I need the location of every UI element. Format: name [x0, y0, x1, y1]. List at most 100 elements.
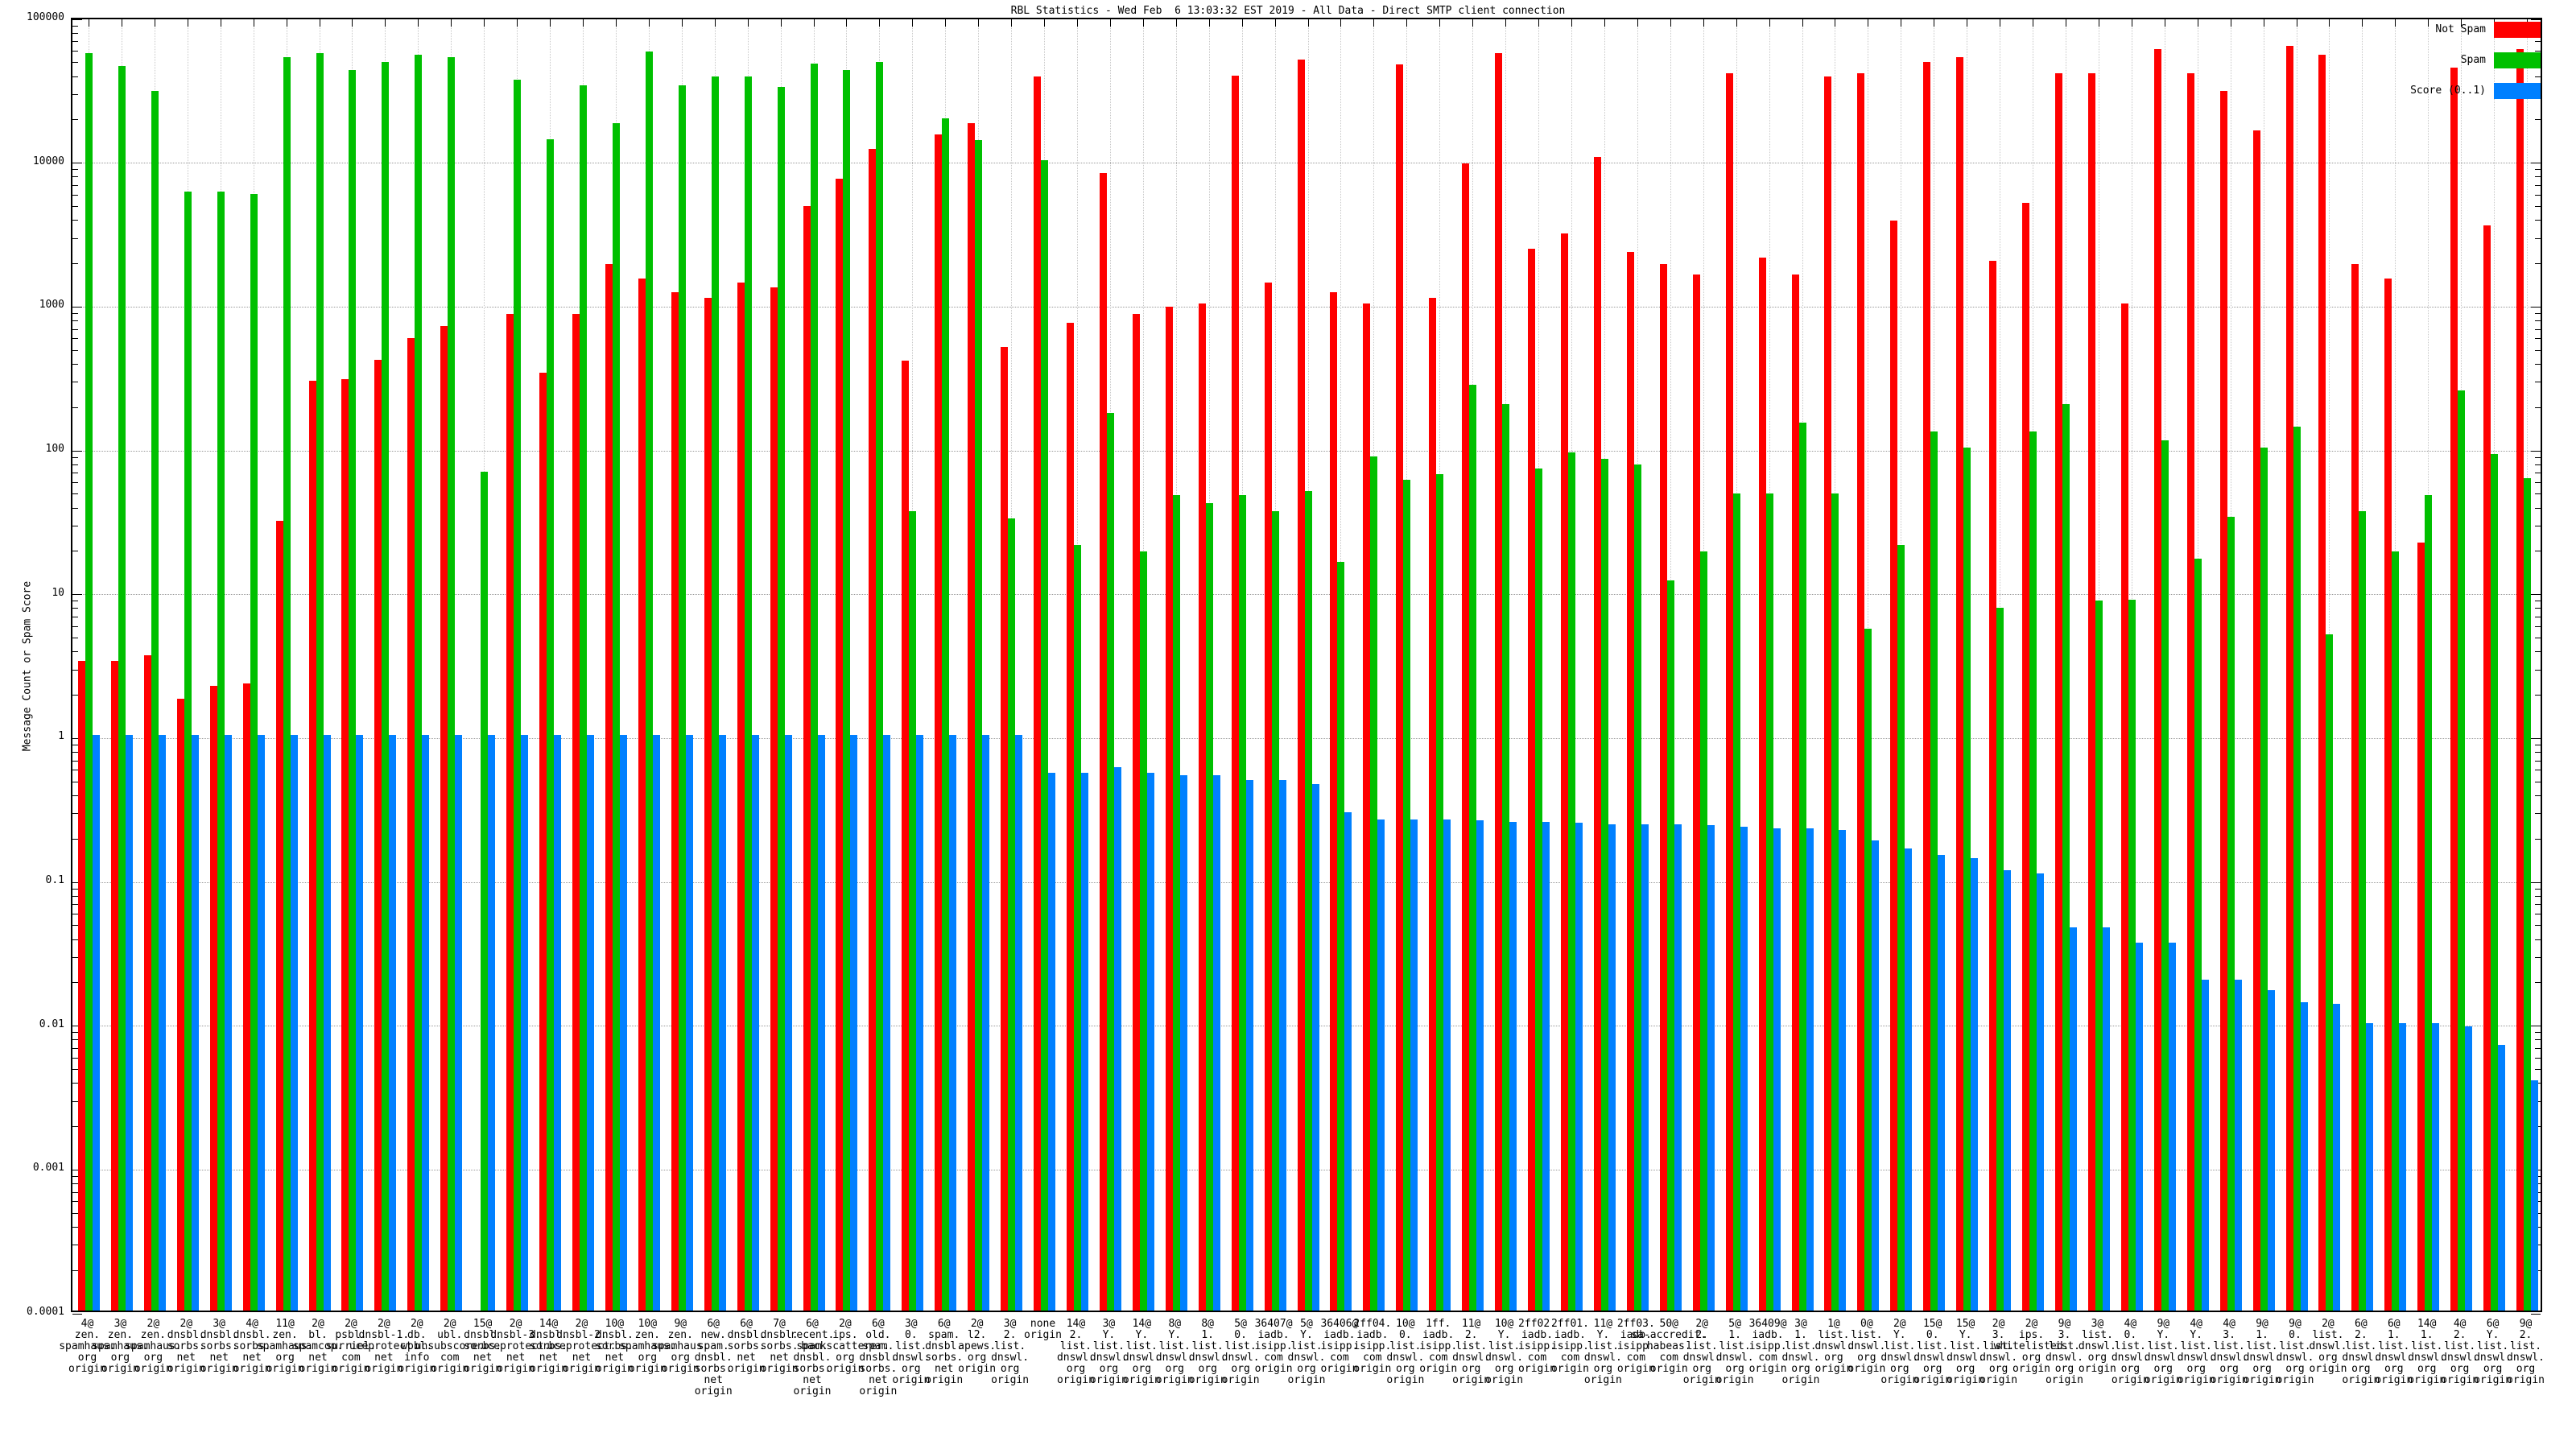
- bar-score: [356, 735, 364, 1311]
- bar-score: [2267, 989, 2275, 1311]
- bar-score: [751, 735, 759, 1311]
- y-minor-tick: [2535, 176, 2541, 178]
- bar-spam: [2128, 600, 2136, 1311]
- y-minor-tick: [72, 456, 78, 458]
- bar-spam: [1469, 384, 1477, 1311]
- bar-not-spam: [2153, 48, 2161, 1311]
- bar-not-spam: [1956, 56, 1964, 1311]
- x-tick: [813, 19, 815, 27]
- bar-not-spam: [1560, 233, 1568, 1311]
- bar-not-spam: [1429, 297, 1437, 1311]
- bar-spam: [2194, 558, 2202, 1311]
- bar-spam: [1535, 468, 1543, 1311]
- bar-spam: [1831, 493, 1839, 1311]
- bar-spam: [1732, 493, 1740, 1311]
- y-minor-tick: [72, 1039, 78, 1041]
- y-minor-tick: [2535, 237, 2541, 239]
- y-minor-tick: [72, 320, 78, 322]
- legend-label: Not Spam: [2435, 23, 2486, 35]
- bar-score: [2168, 943, 2176, 1311]
- y-minor-tick: [72, 62, 78, 64]
- bar-not-spam: [968, 123, 976, 1311]
- bar-spam: [1567, 452, 1575, 1311]
- bar-spam: [1403, 479, 1411, 1311]
- bar-score: [2498, 1045, 2506, 1311]
- x-tick: [1241, 19, 1243, 27]
- bar-score: [1080, 772, 1088, 1311]
- bar-not-spam: [1330, 292, 1338, 1311]
- x-tick: [1406, 19, 1408, 27]
- bar-not-spam: [869, 148, 877, 1311]
- y-minor-tick: [72, 338, 78, 340]
- x-tick: [846, 19, 848, 27]
- y-minor-tick: [2535, 625, 2541, 627]
- bar-not-spam: [2054, 73, 2062, 1311]
- bar-score: [2037, 873, 2045, 1311]
- y-minor-tick: [2535, 760, 2541, 762]
- y-minor-tick: [2535, 895, 2541, 897]
- y-minor-tick: [72, 407, 78, 408]
- y-minor-tick: [72, 608, 78, 609]
- bar-spam: [2524, 478, 2532, 1311]
- x-tick: [648, 19, 650, 27]
- bar-spam: [843, 70, 851, 1311]
- x-tick: [517, 19, 518, 27]
- bar-not-spam: [638, 278, 646, 1311]
- y-minor-tick: [72, 176, 78, 178]
- y-minor-tick: [72, 752, 78, 753]
- bar-spam: [1271, 511, 1279, 1311]
- y-minor-tick: [2535, 904, 2541, 906]
- y-minor-tick: [72, 1201, 78, 1203]
- y-tick: [2531, 1313, 2541, 1315]
- bar-score: [1212, 774, 1220, 1311]
- bar-spam: [2326, 634, 2334, 1311]
- bar-score: [1048, 772, 1056, 1311]
- y-minor-tick: [72, 1068, 78, 1070]
- bar-not-spam: [1165, 306, 1173, 1311]
- legend-label: Score (0..1): [2410, 85, 2486, 97]
- bar-not-spam: [2219, 91, 2227, 1311]
- bar-spam: [1370, 456, 1378, 1311]
- y-minor-tick: [2535, 263, 2541, 265]
- x-tick-label-line: origin: [2507, 1374, 2545, 1386]
- bar-not-spam: [110, 660, 118, 1311]
- bar-score: [1575, 823, 1583, 1311]
- bar-spam: [1600, 459, 1608, 1311]
- bar-score: [1113, 766, 1121, 1311]
- x-tick: [1604, 19, 1605, 27]
- bar-spam: [2392, 551, 2400, 1311]
- x-tick: [1538, 19, 1540, 27]
- y-minor-tick: [2535, 838, 2541, 840]
- bar-score: [323, 735, 331, 1311]
- bar-spam: [876, 61, 884, 1311]
- x-tick: [2395, 19, 2396, 27]
- x-tick: [550, 19, 551, 27]
- y-minor-tick: [72, 795, 78, 796]
- y-minor-tick: [72, 1100, 78, 1102]
- x-tick: [352, 19, 353, 27]
- y-minor-tick: [2535, 313, 2541, 314]
- bar-spam: [612, 123, 620, 1311]
- y-minor-tick: [72, 263, 78, 265]
- y-tick: [72, 450, 82, 452]
- bar-score: [1905, 848, 1913, 1311]
- bar-not-spam: [1495, 53, 1503, 1311]
- y-tick-label: 0.1: [45, 874, 64, 886]
- bar-not-spam: [1034, 76, 1042, 1311]
- bar-spam: [118, 65, 126, 1311]
- y-tick: [2531, 450, 2541, 452]
- y-tick: [72, 594, 82, 596]
- legend-swatch: [2494, 52, 2541, 68]
- bar-spam: [151, 91, 159, 1311]
- bar-not-spam: [2351, 263, 2359, 1311]
- y-minor-tick: [2535, 349, 2541, 351]
- bar-score: [1377, 819, 1385, 1311]
- bar-spam: [1502, 404, 1510, 1311]
- bar-spam: [1337, 562, 1345, 1311]
- x-tick: [1076, 19, 1078, 27]
- bar-spam: [1073, 545, 1081, 1311]
- bar-not-spam: [935, 134, 943, 1311]
- bar-not-spam: [308, 381, 316, 1311]
- bar-spam: [1238, 494, 1246, 1311]
- bar-spam: [217, 192, 225, 1311]
